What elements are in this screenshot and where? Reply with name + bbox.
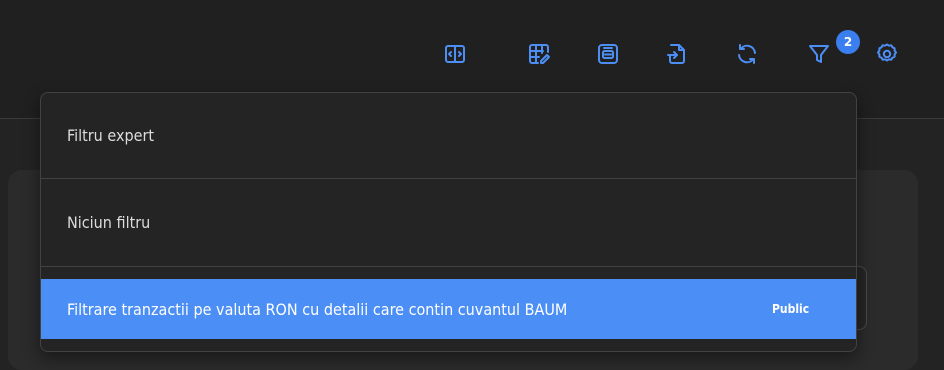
settings-icon — [877, 43, 897, 62]
filter-option-none[interactable]: Niciun filtru — [41, 179, 856, 266]
split-view-icon — [445, 45, 465, 63]
table-edit-icon — [529, 44, 550, 64]
filter-option-label: Filtru expert — [67, 126, 155, 145]
table-edit-button[interactable] — [525, 40, 553, 68]
filter-count-badge: 2 — [836, 30, 860, 54]
refresh-icon — [738, 44, 756, 64]
public-badge: Public — [772, 302, 810, 316]
filter-option-ron-baum[interactable]: Filtrare tranzactii pe valuta RON cu det… — [41, 279, 856, 339]
split-view-button[interactable] — [441, 40, 469, 68]
refresh-button[interactable] — [733, 40, 761, 68]
filter-option-label: Niciun filtru — [67, 213, 151, 232]
settings-button[interactable] — [873, 40, 901, 68]
export-icon — [667, 44, 685, 64]
filter-option-label: Filtrare tranzactii pe valuta RON cu det… — [67, 299, 568, 319]
print-icon — [598, 44, 618, 64]
export-button[interactable] — [663, 40, 691, 68]
menu-divider — [41, 266, 856, 267]
filter-button[interactable] — [805, 40, 833, 68]
filter-option-expert[interactable]: Filtru expert — [41, 93, 856, 178]
print-button[interactable] — [594, 40, 622, 68]
filter-icon — [809, 45, 829, 63]
filter-dropdown: Filtru expert Niciun filtru Filtrare tra… — [40, 92, 857, 352]
